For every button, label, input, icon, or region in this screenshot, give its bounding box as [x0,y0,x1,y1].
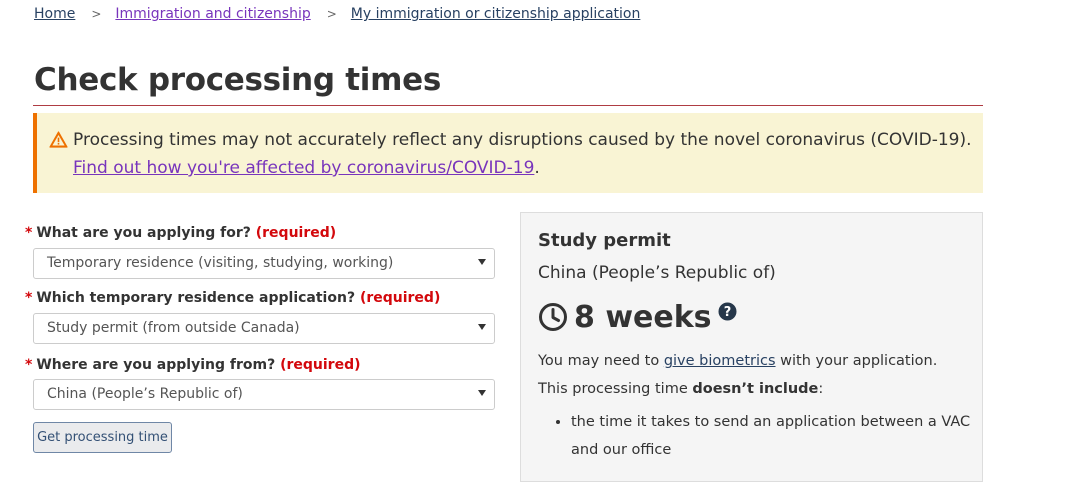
required-indicator: (required) [359,290,441,306]
title-divider [33,105,983,106]
exclusions-list: the time it takes to send an application… [538,408,1001,464]
breadcrumb-immigration-link[interactable]: Immigration and citizenship [115,6,310,22]
exclusions-bold: doesn’t include [692,381,819,397]
applying-for-label: * What are you applying for? (required) [25,225,336,241]
processing-time: 8 weeks ? [538,297,737,337]
breadcrumb-home-link[interactable]: Home [34,6,75,22]
application-type-label: * Which temporary residence application? … [25,290,440,306]
required-marker: * [25,357,33,373]
required-indicator: (required) [255,225,337,241]
required-indicator: (required) [280,357,361,373]
alert-text: Processing times may not accurately refl… [73,126,973,182]
page-title: Check processing times [34,62,442,98]
applying-for-select[interactable]: Temporary residence (visiting, studying,… [33,248,495,279]
applying-from-select[interactable]: China (People’s Republic of) [33,379,495,410]
result-notes: You may need to give biometrics with you… [538,347,968,403]
give-biometrics-link[interactable]: give biometrics [664,353,776,369]
result-title: Study permit [538,230,671,251]
covid-info-link[interactable]: Find out how you're affected by coronavi… [73,158,534,178]
breadcrumb-separator: > [91,7,102,21]
exclusions-note: This processing time doesn’t include: [538,375,968,403]
applying-from-label: * Where are you applying from? (required) [25,357,361,373]
covid-warning-alert: Processing times may not accurately refl… [33,113,983,193]
chevron-down-icon [478,390,486,396]
exclusions-suffix: : [818,381,824,397]
get-processing-time-button[interactable]: Get processing time [33,422,172,453]
breadcrumb: Home > Immigration and citizenship > My … [34,5,640,23]
required-marker: * [25,225,33,241]
alert-trailing: . [534,158,540,178]
breadcrumb-separator: > [326,7,337,21]
applying-for-value: Temporary residence (visiting, studying,… [47,255,394,271]
application-type-label-text: Which temporary residence application? [36,290,356,306]
breadcrumb-my-application-link[interactable]: My immigration or citizenship applicatio… [351,6,641,22]
clock-icon [539,303,567,331]
required-marker: * [25,290,33,306]
biometrics-note-prefix: You may need to [538,353,664,369]
applying-from-value: China (People’s Republic of) [47,386,243,402]
applying-for-label-text: What are you applying for? [36,225,251,241]
biometrics-note-suffix: with your application. [775,353,938,369]
chevron-down-icon [478,324,486,330]
svg-text:?: ? [723,305,731,320]
application-type-select[interactable]: Study permit (from outside Canada) [33,313,495,344]
list-item: the time it takes to send an application… [571,408,1001,464]
question-icon[interactable]: ? [718,302,737,321]
processing-time-result-panel: Study permit China (People’s Republic of… [520,212,983,482]
result-country: China (People’s Republic of) [538,263,776,283]
applying-from-label-text: Where are you applying from? [36,357,276,373]
alert-message: Processing times may not accurately refl… [73,130,972,150]
chevron-down-icon [478,259,486,265]
processing-time-value: 8 weeks [574,299,712,335]
application-type-value: Study permit (from outside Canada) [47,320,300,336]
biometrics-note: You may need to give biometrics with you… [538,347,968,375]
exclusions-prefix: This processing time [538,381,693,397]
warning-icon [49,131,68,148]
